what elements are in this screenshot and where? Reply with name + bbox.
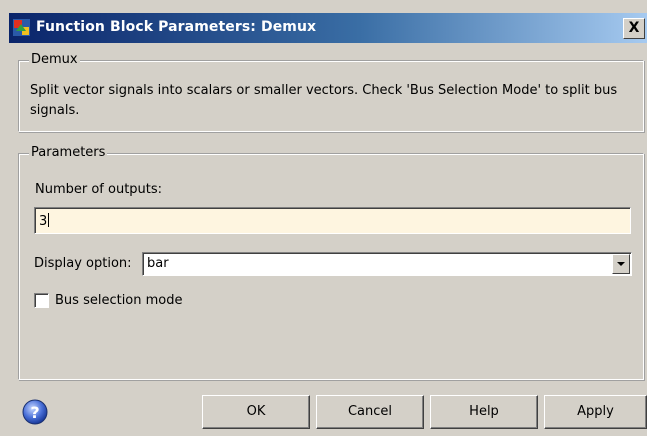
cancel-button[interactable]: Cancel bbox=[316, 395, 424, 429]
block-description-group: Demux Split vector signals into scalars … bbox=[18, 52, 644, 132]
close-button[interactable]: X bbox=[623, 18, 645, 39]
help-button-label: Help bbox=[469, 404, 499, 419]
number-of-outputs-value: 3 bbox=[39, 214, 48, 229]
bus-selection-label[interactable]: Bus selection mode bbox=[55, 293, 183, 308]
text-caret bbox=[48, 213, 50, 227]
ok-button-label: OK bbox=[246, 404, 266, 419]
dialog-window: Function Block Parameters: Demux X Demux… bbox=[0, 0, 647, 436]
help-question-icon[interactable]: ? bbox=[22, 399, 48, 425]
simulink-block-icon bbox=[13, 19, 30, 36]
apply-button-label: Apply bbox=[577, 404, 614, 419]
cancel-button-label: Cancel bbox=[347, 404, 393, 419]
chevron-down-icon[interactable] bbox=[612, 254, 630, 274]
parameters-legend: Parameters bbox=[29, 145, 108, 160]
ok-button[interactable]: OK bbox=[202, 395, 310, 429]
display-option-value: bar bbox=[147, 256, 169, 271]
svg-text:?: ? bbox=[30, 403, 39, 422]
title-bar[interactable]: Function Block Parameters: Demux X bbox=[9, 13, 647, 43]
display-option-select[interactable]: bar bbox=[142, 252, 632, 276]
help-button[interactable]: Help bbox=[430, 395, 538, 429]
number-of-outputs-input[interactable]: 3 bbox=[34, 207, 631, 234]
number-of-outputs-label: Number of outputs: bbox=[35, 182, 163, 197]
display-option-label: Display option: bbox=[34, 256, 132, 271]
bus-selection-checkbox[interactable] bbox=[34, 293, 49, 308]
window-title: Function Block Parameters: Demux bbox=[36, 19, 317, 35]
close-icon: X bbox=[628, 20, 640, 36]
block-description-text: Split vector signals into scalars or sma… bbox=[30, 83, 618, 118]
block-description-legend: Demux bbox=[29, 52, 80, 67]
apply-button[interactable]: Apply bbox=[544, 395, 647, 429]
